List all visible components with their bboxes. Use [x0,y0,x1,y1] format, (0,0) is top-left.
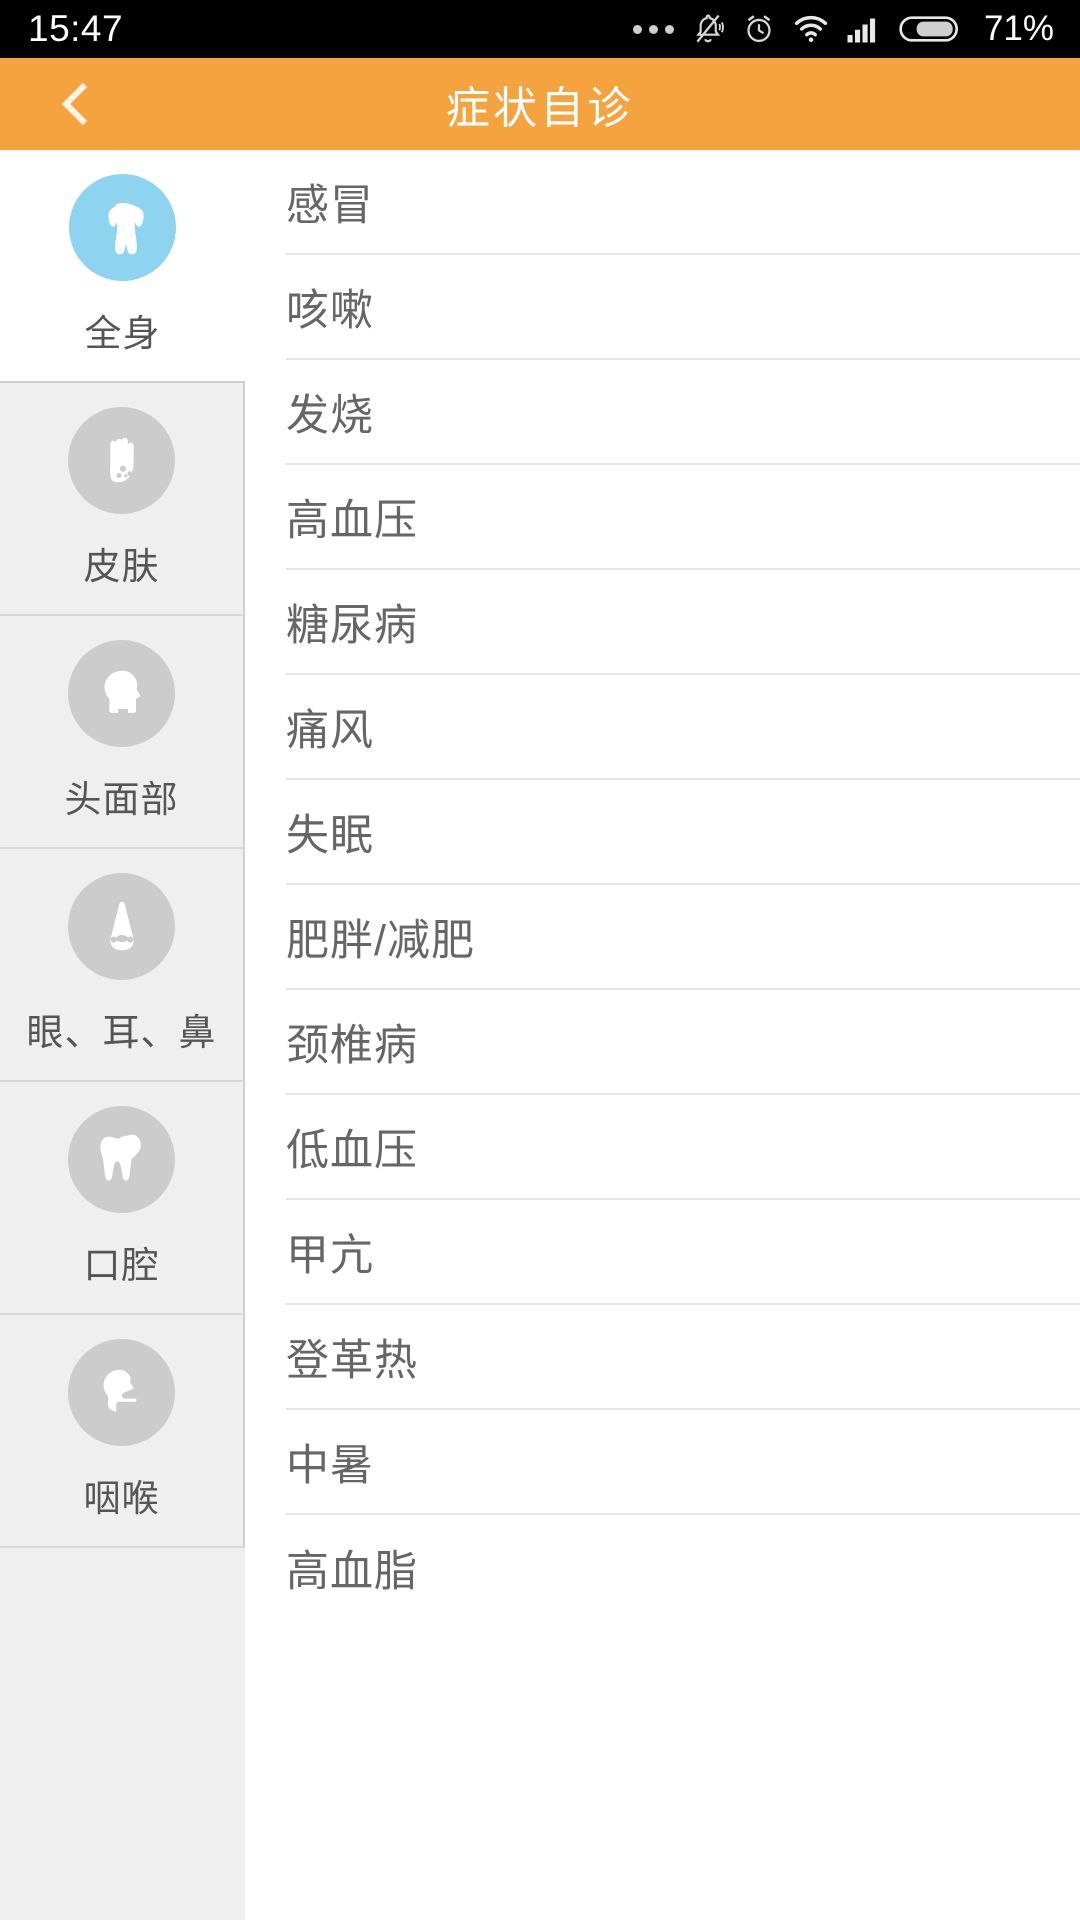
status-bar: 15:47 71% [0,0,1080,58]
tooth-icon [68,1106,175,1213]
more-dots-icon [632,24,674,34]
alarm-clock-icon [742,12,776,46]
list-item[interactable]: 痛风 [286,675,1080,780]
list-item[interactable]: 高血脂 [286,1515,1080,1620]
list-item-label: 咳嗽 [286,286,374,335]
wifi-icon [793,14,829,44]
list-item-label: 肥胖/减肥 [286,916,475,965]
throat-profile-icon [68,1339,175,1446]
list-item-label: 登革热 [286,1336,418,1385]
list-item-label: 糖尿病 [286,601,418,650]
battery-icon [899,13,961,45]
app-header: 症状自诊 [0,58,1080,150]
sidebar-item-pifu[interactable]: 皮肤 [0,383,245,616]
list-item-label: 甲亢 [286,1231,374,1280]
list-item-label: 高血脂 [286,1547,418,1596]
signal-bars-icon [846,14,882,44]
list-item-label: 颈椎病 [286,1021,418,1070]
bell-muted-icon [691,12,725,46]
battery-percent-label: 71% [983,9,1054,48]
list-item[interactable]: 中暑 [286,1410,1080,1515]
list-item[interactable]: 发烧 [286,360,1080,465]
list-item[interactable]: 肥胖/减肥 [286,885,1080,990]
torso-body-icon [69,174,176,281]
hand-skin-spots-icon [68,407,175,514]
list-item-label: 失眠 [286,811,374,860]
head-profile-icon [68,640,175,747]
list-item-label: 感冒 [286,181,374,230]
list-item-label: 低血压 [286,1126,418,1175]
category-sidebar[interactable]: 全身 皮肤 头面部 眼、耳、鼻 口腔 咽喉 [0,150,245,1920]
sidebar-item-toumianbu[interactable]: 头面部 [0,616,245,849]
list-item-label: 痛风 [286,706,374,755]
status-bar-time: 15:47 [28,8,124,49]
sidebar-item-label: 眼、耳、鼻 [26,1012,217,1053]
sidebar-item-label: 全身 [84,313,161,354]
sidebar-item-yanhou[interactable]: 咽喉 [0,1315,245,1548]
list-item-label: 发烧 [286,391,374,440]
sidebar-item-label: 咽喉 [83,1478,160,1519]
list-item[interactable]: 糖尿病 [286,570,1080,675]
sidebar-item-quanshen[interactable]: 全身 [0,150,245,383]
sidebar-item-label: 皮肤 [83,546,160,587]
list-item[interactable]: 失眠 [286,780,1080,885]
list-item[interactable]: 高血压 [286,465,1080,570]
list-item[interactable]: 低血压 [286,1095,1080,1200]
sidebar-item-label: 口腔 [83,1245,160,1286]
list-item[interactable]: 登革热 [286,1305,1080,1410]
sidebar-item-label: 头面部 [64,779,179,820]
page-title: 症状自诊 [446,84,634,133]
sidebar-item-kouqiang[interactable]: 口腔 [0,1082,245,1315]
list-item[interactable]: 感冒 [286,150,1080,255]
list-item-label: 中暑 [286,1441,374,1490]
chevron-left-icon [61,82,105,126]
list-item[interactable]: 咳嗽 [286,255,1080,360]
list-item[interactable]: 甲亢 [286,1200,1080,1305]
status-bar-icons: 71% [632,9,1054,49]
back-button[interactable] [34,58,124,150]
sidebar-item-yanerbi[interactable]: 眼、耳、鼻 [0,849,245,1082]
nose-icon [68,873,175,980]
symptom-list[interactable]: 感冒 咳嗽 发烧 高血压 糖尿病 痛风 失眠 肥胖/减肥 颈椎病 低血压 甲亢 … [245,150,1080,1920]
content-area: 全身 皮肤 头面部 眼、耳、鼻 口腔 咽喉 感冒 咳嗽 发烧 高血压 糖尿病 痛… [0,150,1080,1920]
list-item-label: 高血压 [286,496,418,545]
list-item[interactable]: 颈椎病 [286,990,1080,1095]
